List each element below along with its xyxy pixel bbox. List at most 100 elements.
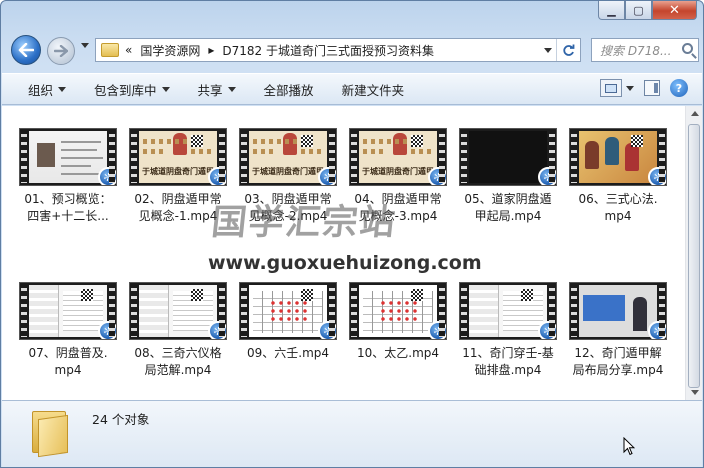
file-item[interactable]: 01、预习概览： 四害+十二长... [16,128,120,225]
breadcrumb-segment-2[interactable]: D7182 于城道奇门三式面授预习资料集 [222,42,434,59]
chevron-down-icon [161,86,170,92]
navigation-bar: « 国学资源网 ▸ D7182 于城道奇门三式面授预习资料集 搜索 D718..… [9,34,699,65]
organize-menu[interactable]: 组织 [28,80,67,99]
file-item[interactable]: 05、道家阴盘遁 甲起局.mp4 [456,128,560,225]
file-name: 09、六壬.mp4 [246,346,330,360]
file-name: 10、太乙.mp4 [356,346,440,360]
scroll-down-icon[interactable] [691,390,699,395]
folder-icon [30,409,72,458]
address-bar[interactable]: « 国学资源网 ▸ D7182 于城道奇门三式面授预习资料集 [95,38,581,62]
new-folder-label: 新建文件夹 [341,82,405,98]
share-menu[interactable]: 共享 [198,80,236,99]
search-input[interactable]: 搜索 D718... [591,38,699,62]
thumbnail-frame: 于城道阴盘奇门遁甲 [139,131,217,183]
thumbnail-frame [359,285,437,337]
breadcrumb-segment-1[interactable]: 国学资源网 [140,42,200,59]
video-thumbnail [349,282,447,340]
search-placeholder: 搜索 D718... [600,43,672,58]
breadcrumb-separator[interactable]: ▸ [208,43,214,57]
play-all-label: 全部播放 [263,82,314,98]
media-player-badge-icon [538,321,556,339]
thumbnail-frame [139,285,217,337]
cover-title: 于城道阴盘奇门遁甲 [142,166,214,176]
file-item[interactable]: 09、六壬.mp4 [236,282,340,362]
toolbar-right-group: ? [600,79,688,97]
change-view-button[interactable] [600,79,622,97]
media-player-badge-icon [318,167,336,185]
file-item[interactable]: 11、奇门穿壬-基 础排盘.mp4 [456,282,560,379]
media-player-badge-icon [648,167,666,185]
watermark-text: 国学汇宗站 [209,203,399,243]
thumbnail-frame [29,285,107,337]
file-name: 06、三式心法. mp4 [578,192,658,223]
media-player-badge-icon [208,167,226,185]
new-folder-button[interactable]: 新建文件夹 [342,80,405,99]
preview-pane-icon [654,83,658,93]
file-item[interactable]: 08、三奇六仪格 局范解.mp4 [126,282,230,379]
thumbnail-frame [249,285,327,337]
folder-icon [101,43,119,57]
view-options-dropdown-icon[interactable] [626,85,634,91]
media-player-badge-icon [208,321,226,339]
search-icon [682,43,693,54]
file-item[interactable]: 07、阴盘普及. mp4 [16,282,120,379]
command-bar: 组织 包含到库中 共享 全部播放 新建文件夹 ? [2,73,702,105]
thumbnail-frame [469,131,547,183]
forward-button[interactable] [47,37,75,65]
thumbnail-frame: 于城道阴盘奇门遁甲 [249,131,327,183]
include-library-label: 包含到库中 [94,82,157,98]
close-button[interactable]: ✕ [652,1,697,20]
minimize-button[interactable]: ▁ [598,1,625,20]
video-thumbnail [239,282,337,340]
view-icon [605,83,617,93]
video-thumbnail [569,282,667,340]
refresh-button[interactable] [556,39,580,61]
file-list: 01、预习概览： 四害+十二长... 于城道阴盘奇门遁甲 02、阴盘遁甲常 见概念-… [2,106,702,400]
breadcrumb-overflow[interactable]: « [125,43,132,57]
scroll-up-icon[interactable] [691,111,699,116]
media-player-badge-icon [428,321,446,339]
vertical-scrollbar[interactable] [685,106,702,400]
play-all-button[interactable]: 全部播放 [264,80,314,99]
thumbnail-frame [579,285,657,337]
file-name: 01、预习概览： 四害+十二长... [24,192,112,223]
file-item[interactable]: 06、三式心法. mp4 [566,128,670,225]
thumbnail-frame [469,285,547,337]
file-name: 07、阴盘普及. mp4 [28,346,108,377]
item-count: 24 个对象 [92,412,150,427]
file-name: 08、三奇六仪格 局范解.mp4 [134,346,222,377]
include-in-library-menu[interactable]: 包含到库中 [94,80,170,99]
video-thumbnail [19,128,117,186]
maximize-button[interactable]: ▢ [625,1,652,20]
media-player-badge-icon [318,321,336,339]
preview-pane-button[interactable] [644,80,660,96]
help-button[interactable]: ? [670,79,688,97]
share-label: 共享 [197,82,223,98]
recent-pages-dropdown-icon[interactable] [81,43,89,48]
chevron-down-icon [227,86,236,92]
scrollbar-thumb[interactable] [688,124,700,388]
file-item[interactable]: 12、奇门遁甲解 局布局分享.mp4 [566,282,670,379]
explorer-window: ▁ ▢ ✕ « 国学资源网 ▸ D7182 于城道奇门三式面授预习资料集 搜索 … [0,0,704,468]
back-arrow-icon [18,43,34,57]
thumbnail-frame [29,131,107,183]
file-item[interactable]: 10、太乙.mp4 [346,282,450,362]
video-thumbnail [569,128,667,186]
video-thumbnail [129,282,227,340]
file-name: 11、奇门穿壬-基 础排盘.mp4 [462,346,554,377]
thumbnail-frame [579,131,657,183]
cover-title: 于城道阴盘奇门遁甲 [362,166,434,176]
forward-arrow-icon [54,45,68,57]
video-thumbnail: 于城道阴盘奇门遁甲 [349,128,447,186]
video-thumbnail [19,282,117,340]
back-button[interactable] [11,35,41,65]
organize-label: 组织 [28,82,54,98]
media-player-badge-icon [538,167,556,185]
chevron-down-icon [58,86,67,92]
media-player-badge-icon [98,167,116,185]
refresh-icon [563,44,575,56]
address-history-dropdown-icon[interactable] [544,48,552,53]
caption-buttons: ▁ ▢ ✕ [598,1,697,20]
media-player-badge-icon [428,167,446,185]
details-pane: 24 个对象 [2,400,702,467]
